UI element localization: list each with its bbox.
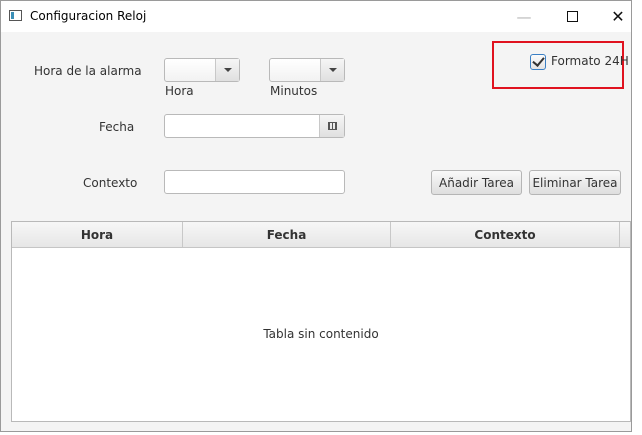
column-header-filler — [620, 222, 630, 247]
calendar-icon — [327, 122, 337, 130]
chevron-down-icon — [223, 68, 232, 72]
window-title: Configuracion Reloj — [30, 9, 147, 23]
window: Configuracion Reloj — ✕ Hora de la alarm… — [0, 0, 632, 432]
tasks-table[interactable]: Hora Fecha Contexto Tabla sin contenido — [11, 221, 631, 422]
minutes-dropdown-button[interactable] — [320, 59, 344, 81]
hour-label: Hora — [165, 84, 194, 98]
format-24h-checkbox[interactable] — [530, 54, 546, 70]
column-header-fecha[interactable]: Fecha — [183, 222, 391, 247]
minutes-label: Minutos — [270, 84, 318, 98]
delete-task-button[interactable]: Eliminar Tarea — [529, 170, 621, 195]
date-picker[interactable] — [164, 114, 345, 138]
hour-dropdown-button[interactable] — [215, 59, 239, 81]
chevron-down-icon — [328, 68, 337, 72]
table-header: Hora Fecha Contexto — [12, 222, 630, 248]
hour-combobox[interactable] — [164, 58, 240, 82]
context-input[interactable] — [164, 170, 345, 194]
calendar-button[interactable] — [319, 115, 344, 137]
column-header-hora[interactable]: Hora — [12, 222, 183, 247]
minutes-combobox[interactable] — [269, 58, 345, 82]
minimize-icon: — — [516, 7, 532, 26]
empty-table-placeholder: Tabla sin contenido — [263, 327, 379, 341]
add-task-button[interactable]: Añadir Tarea — [431, 170, 522, 195]
maximize-button[interactable] — [549, 1, 595, 32]
title-bar[interactable]: Configuracion Reloj — ✕ — [1, 1, 631, 32]
alarm-time-label: Hora de la alarma — [34, 64, 142, 78]
app-icon — [9, 10, 22, 21]
format-24h-label[interactable]: Formato 24H — [551, 54, 629, 68]
close-icon: ✕ — [611, 7, 625, 26]
minimize-button[interactable]: — — [501, 1, 547, 32]
date-label: Fecha — [99, 120, 135, 134]
column-header-contexto[interactable]: Contexto — [391, 222, 620, 247]
context-label: Contexto — [83, 176, 138, 190]
check-icon — [531, 54, 545, 67]
close-button[interactable]: ✕ — [595, 1, 641, 32]
maximize-icon — [566, 11, 578, 22]
